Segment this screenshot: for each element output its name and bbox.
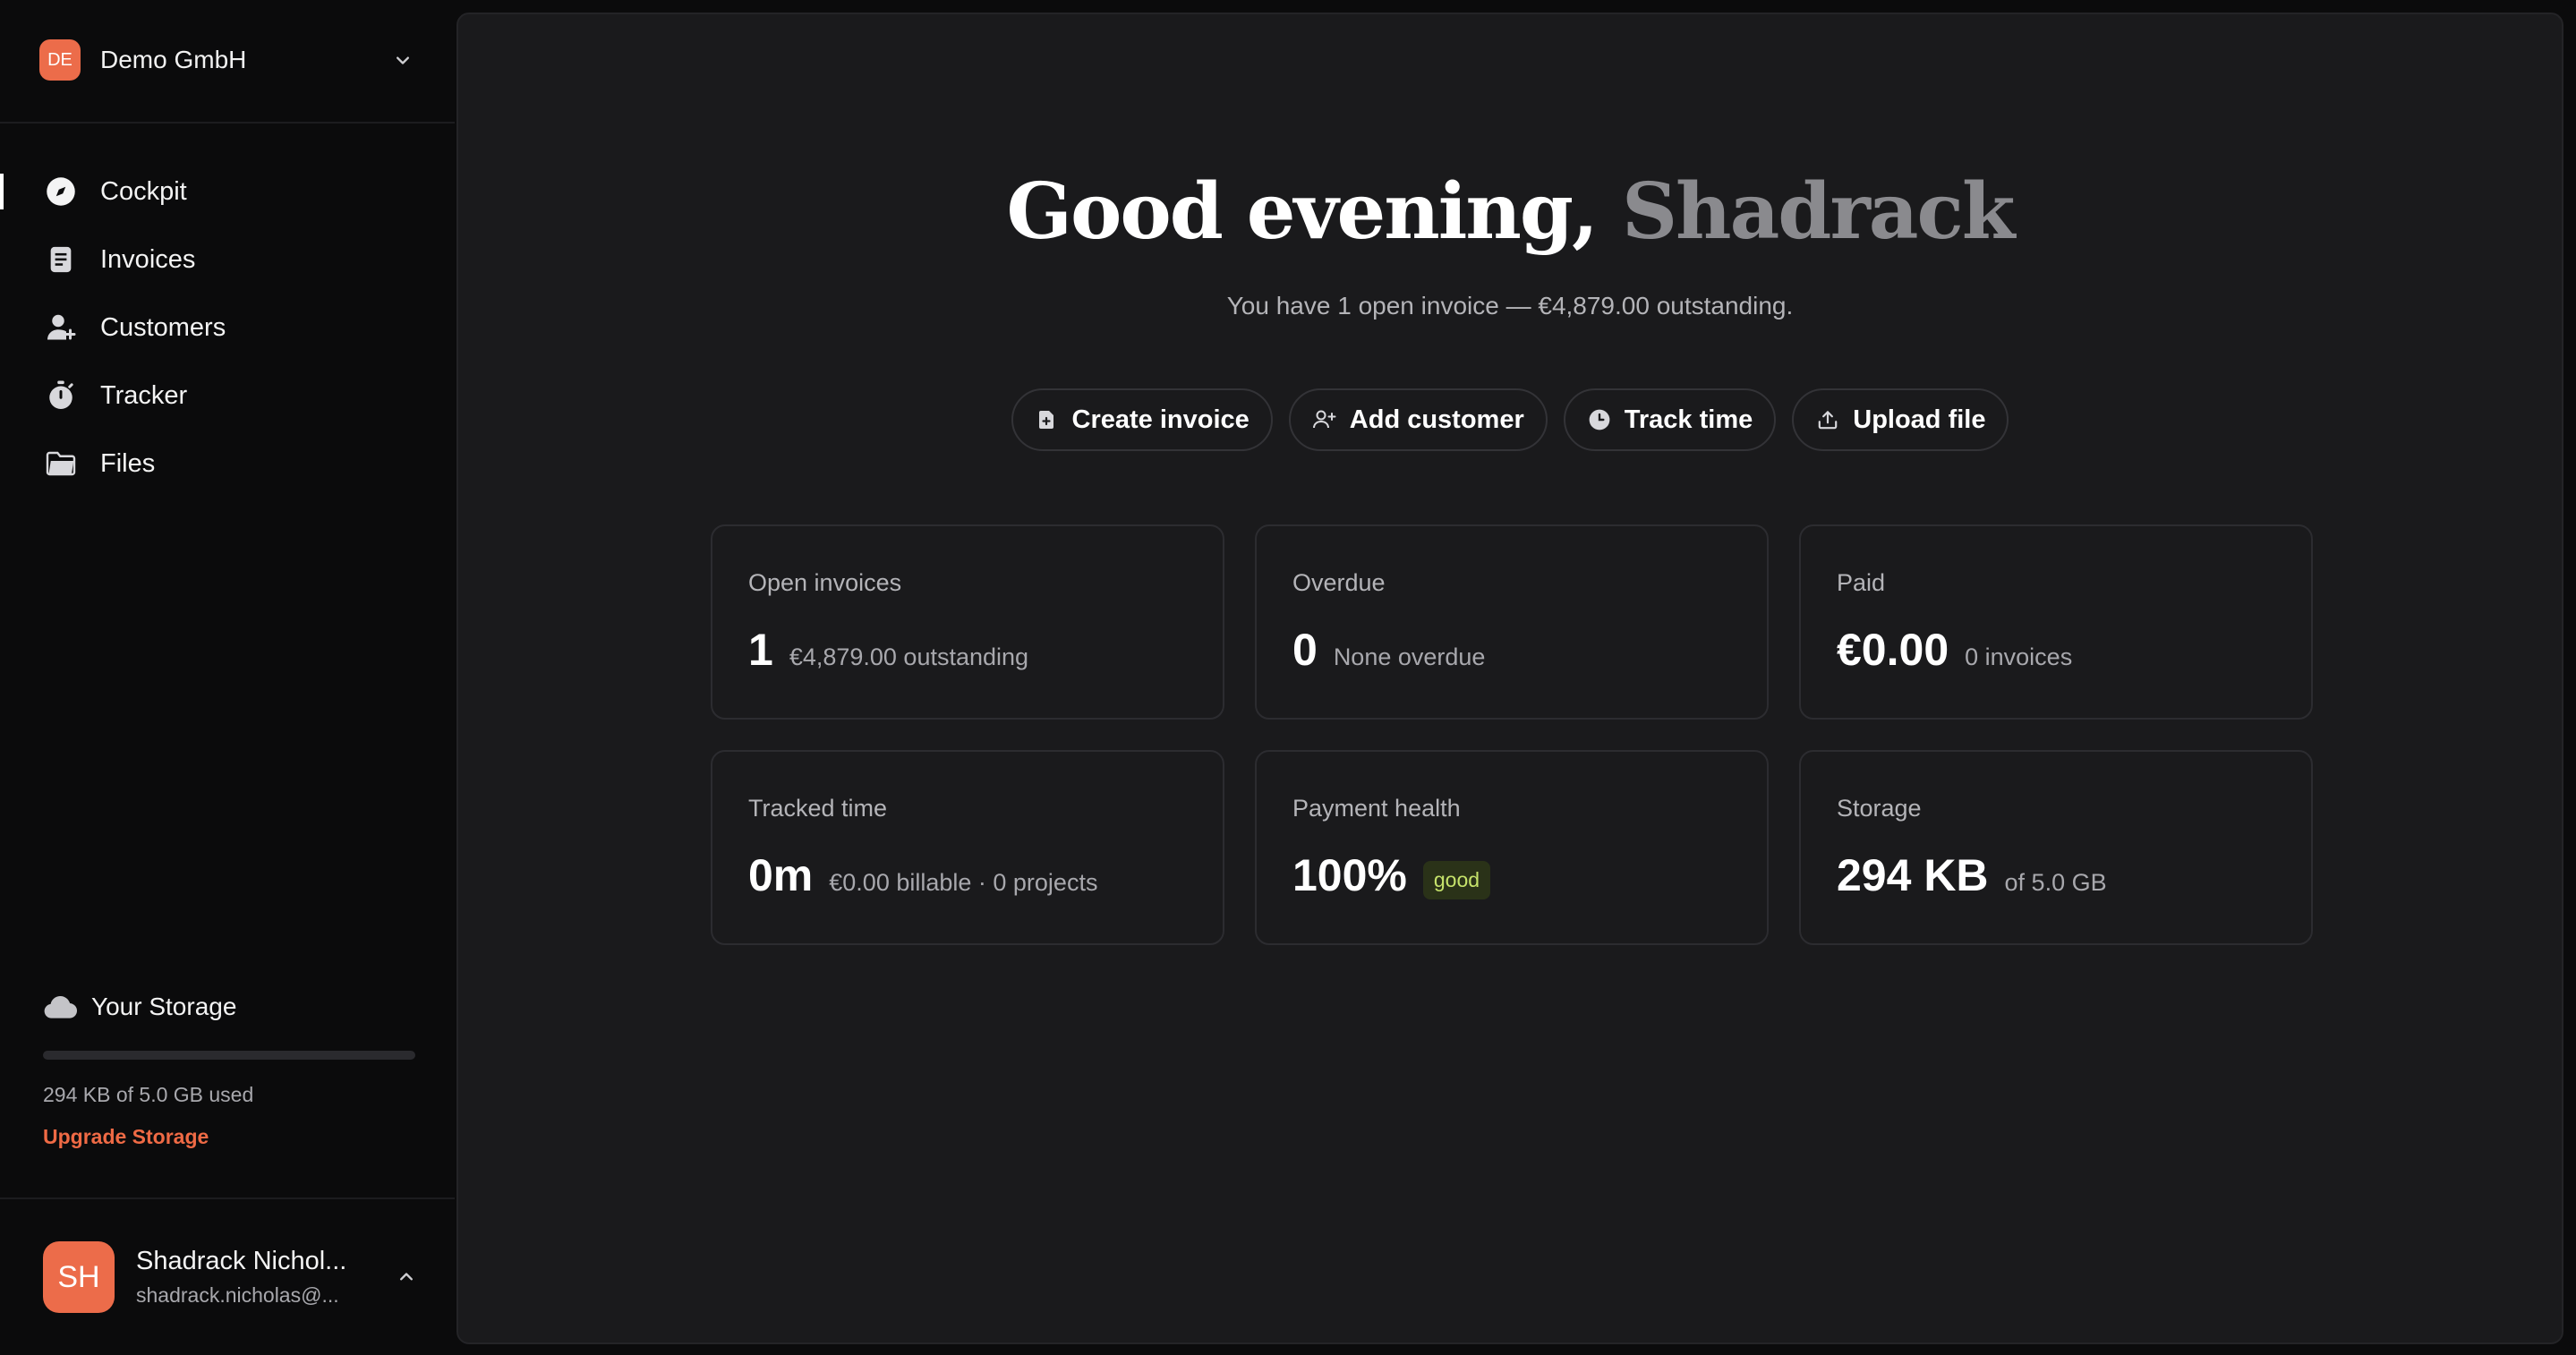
user-info: Shadrack Nichol... shadrack.nicholas@... [136,1247,394,1308]
storage-progress-bar [43,1051,415,1060]
stat-card-open-invoices: Open invoices 1 €4,879.00 outstanding [711,524,1224,720]
card-value: 100% [1292,850,1407,900]
card-row: 294 KB of 5.0 GB [1837,849,2275,901]
upgrade-storage-link[interactable]: Upgrade Storage [43,1125,419,1149]
greeting-user-name: Shadrack [1621,166,2015,257]
card-row: 100% good [1292,849,1731,903]
card-title: Payment health [1292,795,1461,822]
card-value: 294 KB [1837,850,1989,900]
sidebar-item-label: Customers [100,312,226,342]
greeting-prefix: Good evening, [1006,166,1599,257]
org-name: Demo GmbH [100,46,247,73]
receipt-icon [43,242,79,277]
sidebar-item-tracker[interactable]: Tracker [0,362,455,430]
users-icon [43,310,79,345]
sidebar: DE Demo GmbH Cockpit Invoices Customers … [0,0,455,1355]
compass-icon [43,174,79,209]
card-note: None overdue [1333,643,1486,670]
upload-icon [1815,407,1840,432]
card-title: Tracked time [748,795,888,822]
quick-actions: Create invoice Add customer Track time U… [458,388,2562,451]
file-plus-icon [1035,407,1060,432]
summary-text: You have 1 open invoice — €4,879.00 outs… [1226,292,1794,320]
status-badge: good [1422,861,1491,899]
card-title: Open invoices [748,569,902,596]
card-title: Paid [1837,569,1886,596]
storage-used-text: 294 KB of 5.0 GB used [43,1083,254,1106]
page-title: Good evening, Shadrack [458,166,2562,257]
avatar: SH [43,1241,115,1313]
sidebar-item-label: Files [100,448,156,478]
chevron-up-icon [400,1273,413,1281]
org-avatar: DE [39,39,81,81]
card-title: Storage [1837,795,1922,822]
storage-header: Your Storage [43,984,419,1029]
storage-title: Your Storage [91,993,237,1020]
main-panel: Good evening, Shadrack You have 1 open i… [456,13,2563,1344]
user-plus-icon [1312,407,1337,432]
create-invoice-button[interactable]: Create invoice [1011,388,1273,451]
user-menu[interactable]: SH Shadrack Nichol... shadrack.nicholas@… [43,1240,419,1314]
card-value: 0m [748,850,814,900]
card-value: €0.00 [1837,625,1949,675]
stat-card-overdue: Overdue 0 None overdue [1255,524,1769,720]
button-label: Create invoice [1071,405,1250,434]
card-value: 0 [1292,625,1318,675]
card-row: 0m €0.00 billable · 0 projects [748,849,1187,901]
card-row: €0.00 0 invoices [1837,624,2275,676]
sidebar-item-label: Cockpit [100,176,187,206]
add-customer-button[interactable]: Add customer [1288,388,1548,451]
card-value: 1 [748,625,773,675]
stats-grid: Open invoices 1 €4,879.00 outstanding Ov… [711,524,2313,945]
cloud-icon [44,996,77,1018]
stopwatch-icon [43,378,79,413]
user-name: Shadrack Nichol... [136,1247,347,1275]
button-label: Upload file [1853,405,1986,434]
card-note: €0.00 billable · 0 projects [829,869,1098,896]
card-note: 0 invoices [1965,643,2073,670]
org-switcher[interactable]: DE Demo GmbH [39,39,415,81]
sidebar-item-invoices[interactable]: Invoices [0,226,455,294]
card-row: 0 None overdue [1292,624,1731,676]
storage-widget: Your Storage 294 KB of 5.0 GB used Upgra… [43,984,419,1149]
stat-card-paid: Paid €0.00 0 invoices [1799,524,2313,720]
user-email: shadrack.nicholas@... [136,1283,339,1307]
sidebar-divider [0,1197,455,1199]
folder-icon [43,446,79,481]
chevron-down-icon [397,56,409,64]
sidebar-divider [0,122,455,124]
card-note: of 5.0 GB [2004,869,2107,896]
button-label: Track time [1624,405,1753,434]
sidebar-nav: Cockpit Invoices Customers Tracker Files [0,158,455,498]
card-row: 1 €4,879.00 outstanding [748,624,1187,676]
clock-icon [1587,407,1612,432]
upload-file-button[interactable]: Upload file [1792,388,2009,451]
sidebar-item-label: Invoices [100,244,196,274]
stat-card-tracked-time: Tracked time 0m €0.00 billable · 0 proje… [711,750,1224,945]
track-time-button[interactable]: Track time [1563,388,1777,451]
stat-card-storage: Storage 294 KB of 5.0 GB [1799,750,2313,945]
stat-card-payment-health: Payment health 100% good [1255,750,1769,945]
sidebar-item-cockpit[interactable]: Cockpit [0,158,455,226]
sidebar-item-customers[interactable]: Customers [0,294,455,362]
card-note: €4,879.00 outstanding [789,643,1029,670]
sidebar-item-files[interactable]: Files [0,430,455,498]
sidebar-item-label: Tracker [100,380,188,410]
app-root: DE Demo GmbH Cockpit Invoices Customers … [0,0,2576,1355]
button-label: Add customer [1349,405,1524,434]
card-title: Overdue [1292,569,1386,596]
